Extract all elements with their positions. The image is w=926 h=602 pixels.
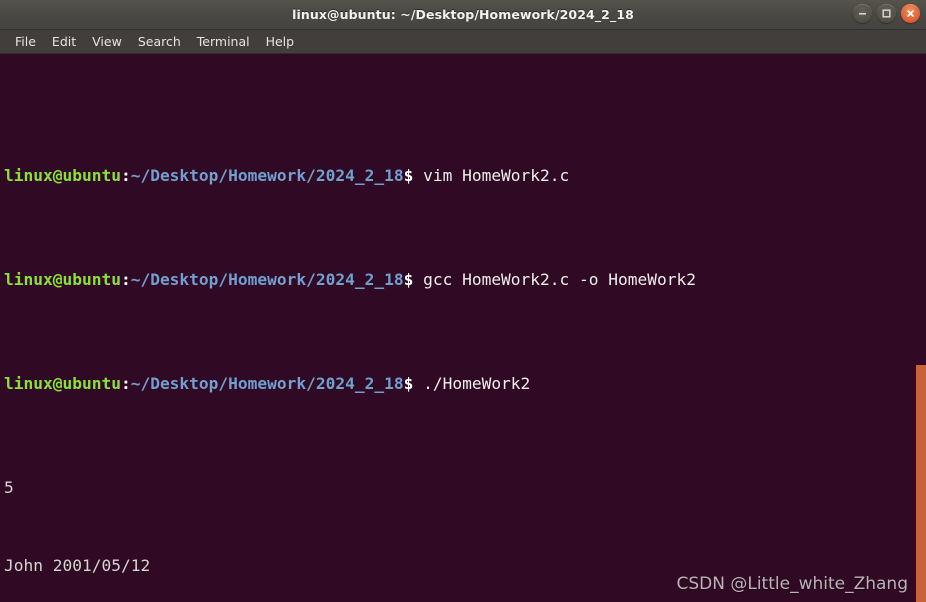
terminal-output-area: linux@ubuntu:~/Desktop/Homework/2024_2_1…	[4, 85, 696, 602]
prompt-colon: :	[120, 166, 131, 185]
menu-item-edit[interactable]: Edit	[44, 32, 84, 52]
prompt-symbol: $	[403, 166, 414, 185]
menu-item-search[interactable]: Search	[130, 32, 189, 52]
window-title: linux@ubuntu: ~/Desktop/Homework/2024_2_…	[292, 7, 634, 22]
maximize-icon	[882, 9, 891, 18]
terminal-line: linux@ubuntu:~/Desktop/Homework/2024_2_1…	[4, 163, 696, 189]
command-text: ./HomeWork2	[423, 374, 531, 393]
prompt-path: ~/Desktop/Homework/2024_2_18	[130, 166, 404, 185]
prompt-symbol: $	[403, 270, 414, 289]
window-controls	[853, 4, 920, 23]
terminal-command: gcc HomeWork2.c -o HomeWork2	[413, 270, 696, 289]
menu-item-terminal[interactable]: Terminal	[189, 32, 258, 52]
command-text: gcc HomeWork2.c -o HomeWork2	[423, 270, 696, 289]
menu-item-help[interactable]: Help	[258, 32, 303, 52]
terminal-output-line: John 2001/05/12	[4, 556, 151, 575]
prompt-user-host: linux@ubuntu	[4, 166, 121, 185]
maximize-button[interactable]	[877, 4, 896, 23]
prompt-symbol: $	[403, 374, 414, 393]
prompt-colon: :	[120, 270, 131, 289]
terminal-command: vim HomeWork2.c	[413, 166, 569, 185]
close-icon	[907, 10, 914, 17]
terminal-line: linux@ubuntu:~/Desktop/Homework/2024_2_1…	[4, 371, 696, 397]
minimize-icon	[859, 13, 866, 15]
terminal-output-line: 5	[4, 478, 14, 497]
command-text: vim HomeWork2.c	[423, 166, 570, 185]
prompt-path: ~/Desktop/Homework/2024_2_18	[130, 374, 404, 393]
terminal-line: linux@ubuntu:~/Desktop/Homework/2024_2_1…	[4, 267, 696, 293]
terminal-screen[interactable]: linux@ubuntu:~/Desktop/Homework/2024_2_1…	[0, 54, 926, 602]
window-titlebar[interactable]: linux@ubuntu: ~/Desktop/Homework/2024_2_…	[0, 0, 926, 30]
prompt-user-host: linux@ubuntu	[4, 270, 121, 289]
prompt-path: ~/Desktop/Homework/2024_2_18	[130, 270, 404, 289]
scrollbar-thumb[interactable]	[916, 365, 926, 602]
scrollbar-track[interactable]	[916, 54, 926, 602]
close-button[interactable]	[901, 4, 920, 23]
menubar: File Edit View Search Terminal Help	[0, 30, 926, 54]
terminal-command: ./HomeWork2	[413, 374, 530, 393]
menu-item-file[interactable]: File	[7, 32, 44, 52]
menu-item-view[interactable]: View	[84, 32, 130, 52]
terminal-window: linux@ubuntu: ~/Desktop/Homework/2024_2_…	[0, 0, 926, 602]
prompt-colon: :	[120, 374, 131, 393]
prompt-user-host: linux@ubuntu	[4, 374, 121, 393]
watermark-text: CSDN @Little_white_Zhang	[676, 574, 908, 594]
minimize-button[interactable]	[853, 4, 872, 23]
